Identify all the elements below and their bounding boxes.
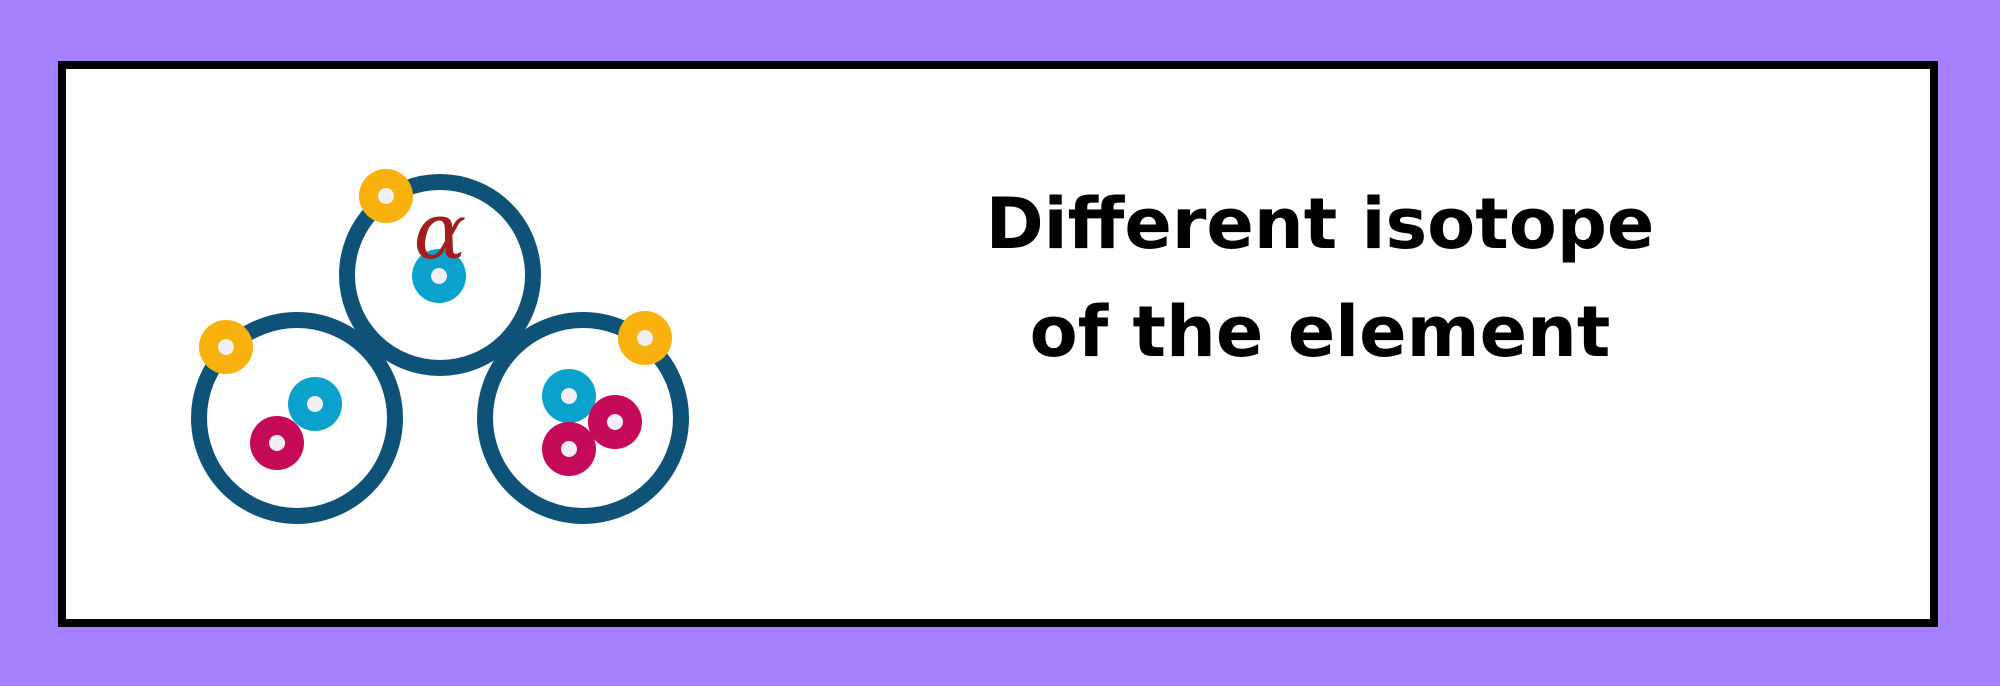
electron (618, 311, 672, 365)
neutron (288, 377, 342, 431)
electron (199, 320, 253, 374)
proton (250, 416, 304, 470)
alpha-symbol: α (414, 187, 467, 277)
caption-line-2: of the element (1029, 291, 1611, 373)
canvas: α Different isotope of the element (0, 0, 2000, 686)
caption: Different isotope of the element (930, 170, 1710, 386)
electron (359, 169, 413, 223)
proton (542, 422, 596, 476)
proton (588, 395, 642, 449)
neutron (542, 369, 596, 423)
caption-line-1: Different isotope (985, 183, 1655, 265)
